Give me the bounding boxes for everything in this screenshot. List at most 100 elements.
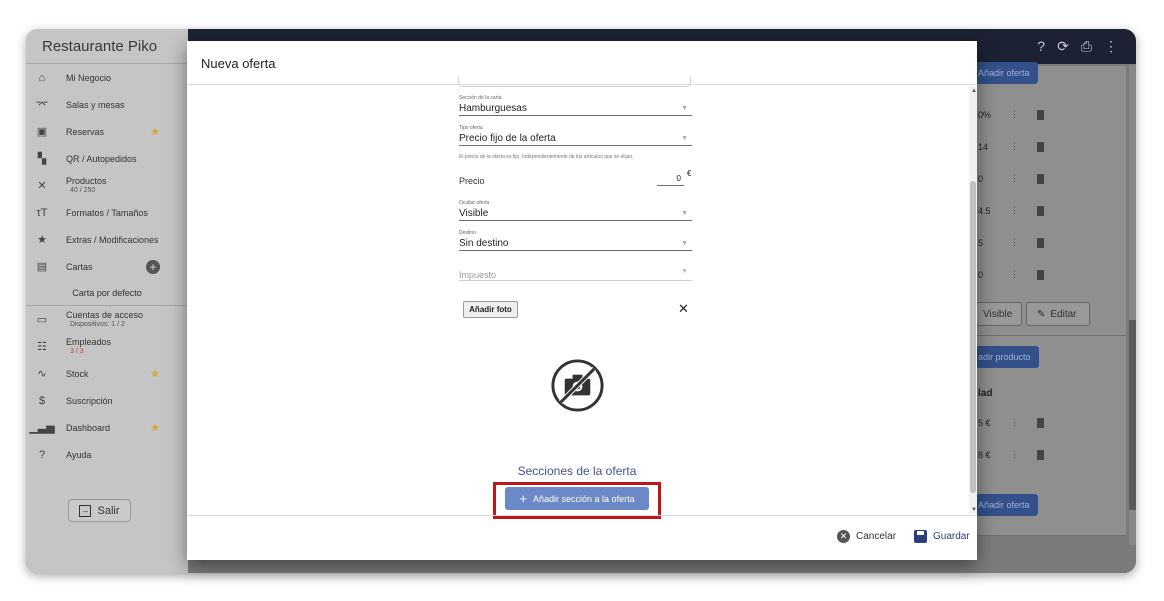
dialog-title: Nueva oferta [201, 56, 276, 71]
visible-button-bg: Visible [976, 302, 1022, 326]
bar-chart-icon: ▁▃▅ [29, 422, 55, 434]
background-row: 0 ⋮ [978, 173, 1044, 184]
sidebar-item-bar-chart[interactable]: ▁▃▅ Dashboard ★ [26, 414, 188, 441]
offer-type-help-text: El precio de la oferta es fijo. Independ… [459, 154, 634, 160]
add-offer-button-bg-2: Añadir oferta [976, 494, 1038, 516]
sidebar-item-label: Dashboard [66, 422, 111, 433]
logout-label: Salir [97, 504, 120, 517]
add-menu-icon[interactable]: + [146, 259, 160, 274]
menu-section-select[interactable]: Sección de la carta Hamburguesas ▼ [459, 95, 692, 116]
sidebar-item-label: Extras / Modificaciones [66, 234, 159, 245]
trash-icon [1037, 205, 1044, 216]
chevron-down-icon: ▼ [681, 210, 688, 217]
utensils-icon: ✕ [37, 180, 47, 192]
scroll-down-icon[interactable]: ▼ [971, 507, 977, 513]
previous-field[interactable] [458, 77, 691, 87]
sidebar-item-utensils[interactable]: ✕ Productos 40 / 250 [26, 172, 188, 199]
star-icon: ★ [37, 234, 47, 246]
refresh-icon[interactable]: ⟳ [1057, 38, 1069, 55]
offer-sections-title: Secciones de la oferta [517, 464, 637, 478]
sidebar-item-calendar[interactable]: ▣ Reservas ★ [26, 118, 188, 145]
background-row: 0 ⋮ [978, 269, 1044, 280]
hide-offer-select[interactable]: Ocultar oferta Visible ▼ [459, 200, 692, 221]
sidebar-item-label: Suscripción [66, 395, 113, 406]
sidebar-item-label: Formatos / Tamaños [66, 207, 148, 218]
add-photo-button[interactable]: Añadir foto [463, 301, 518, 318]
edit-icon: ✎ [1037, 308, 1046, 320]
add-section-button[interactable]: + Añadir sección a la oferta [505, 487, 649, 510]
no-photo-icon [551, 359, 604, 412]
premium-star-icon: ★ [150, 368, 160, 380]
destination-select[interactable]: Destino Sin destino ▼ [459, 230, 692, 251]
trash-icon [1037, 417, 1044, 428]
sidebar-item-trend[interactable]: ∿ Stock ★ [26, 360, 188, 387]
more-vert-icon: ⋮ [1010, 417, 1019, 427]
page-scrollbar[interactable] [1129, 65, 1136, 545]
calendar-icon: ▣ [36, 126, 48, 138]
sidebar-item-count: 40 / 250 [70, 186, 96, 194]
devices-icon: ▭ [36, 314, 48, 326]
tax-select[interactable]: Impuesto ▼ [459, 265, 692, 281]
sidebar-item-qr[interactable]: ▚ QR / Autopedidos [26, 145, 188, 172]
trash-icon [1037, 109, 1044, 120]
sidebar-item-table[interactable]: ⌤ Salas y mesas [26, 91, 188, 118]
currency-unit: € [687, 169, 692, 178]
print-icon[interactable]: ⎙ [1081, 38, 1092, 55]
scroll-thumb[interactable] [970, 181, 976, 493]
divider [187, 515, 977, 516]
edit-button-bg: ✎ Editar [1026, 302, 1090, 326]
more-vert-icon: ⋮ [1010, 173, 1019, 183]
more-vert-icon: ⋮ [1010, 449, 1019, 459]
background-row: 0% ⋮ [978, 109, 1044, 120]
background-row: 14 ⋮ [978, 141, 1044, 152]
sidebar-item-devices[interactable]: ▭ Cuentas de acceso Dispositivos: 1 / 2 [26, 306, 188, 333]
help-icon: ? [38, 448, 46, 461]
price-input[interactable]: 0 [657, 174, 684, 186]
cancel-button[interactable]: ✕ Cancelar [837, 530, 896, 543]
row-value: 8 € [978, 449, 991, 460]
sidebar-item-label: Ayuda [66, 449, 92, 460]
sidebar-item-label: Productos [66, 175, 107, 186]
sidebar: Restaurante Piko ⌂ Mi Negocio ⌤ Salas y mes… [26, 29, 188, 573]
more-vert-icon: ⋮ [1010, 205, 1019, 215]
trash-icon [1037, 449, 1044, 460]
save-button[interactable]: Guardar [914, 530, 970, 543]
sidebar-item-text-size[interactable]: τT Formatos / Tamaños [26, 199, 188, 226]
sidebar-item-label: Stock [66, 368, 89, 379]
row-value: 0 [978, 269, 984, 280]
sidebar-item-label: Mi Negocio [66, 72, 112, 83]
text-size-icon: τT [36, 206, 48, 219]
logout-button[interactable]: → Salir [68, 499, 131, 522]
sidebar-item-star[interactable]: ★ Extras / Modificaciones [26, 226, 188, 253]
sidebar-item-help[interactable]: ? Ayuda [26, 441, 188, 468]
row-value: 4.5 [978, 205, 991, 216]
help-icon[interactable]: ? [1037, 38, 1045, 55]
row-value: 0 [978, 173, 984, 184]
chevron-down-icon: ▼ [681, 240, 688, 247]
menu-book-icon: ▤ [36, 261, 48, 273]
sidebar-item-default-menu[interactable]: Carta por defecto [26, 280, 188, 306]
row-value: 14 [978, 141, 989, 152]
price-label: Precio [459, 176, 485, 186]
sidebar-item-home[interactable]: ⌂ Mi Negocio [26, 64, 188, 91]
add-product-button-bg: adir producto [976, 346, 1039, 368]
sidebar-item-menu-book[interactable]: ▤ Cartas + [26, 253, 188, 280]
offer-type-select[interactable]: Tipo oferta Precio fijo de la oferta ▼ [459, 125, 692, 146]
home-icon: ⌂ [38, 71, 46, 84]
row-value: 5 € [978, 417, 991, 428]
cancel-icon: ✕ [837, 530, 850, 543]
chevron-down-icon: ▼ [681, 135, 688, 142]
scroll-up-icon[interactable]: ▲ [971, 88, 977, 94]
more-vert-icon[interactable]: ⋮ [1104, 38, 1118, 55]
sidebar-item-label: Salas y mesas [66, 99, 125, 110]
sidebar-item-dollar[interactable]: $ Suscripción [26, 387, 188, 414]
background-row: 5 € ⋮ [978, 417, 1044, 428]
sidebar-item-people[interactable]: ☷ Empleados 3 / 3 [26, 333, 188, 360]
more-vert-icon: ⋮ [1010, 269, 1019, 279]
save-icon [914, 530, 927, 543]
premium-star-icon: ★ [150, 422, 160, 434]
remove-photo-icon[interactable]: ✕ [678, 301, 689, 317]
background-row: 8 € ⋮ [978, 449, 1044, 460]
sidebar-item-label: QR / Autopedidos [66, 153, 137, 164]
dialog-scrollbar[interactable]: ▲ ▼ [969, 86, 977, 514]
